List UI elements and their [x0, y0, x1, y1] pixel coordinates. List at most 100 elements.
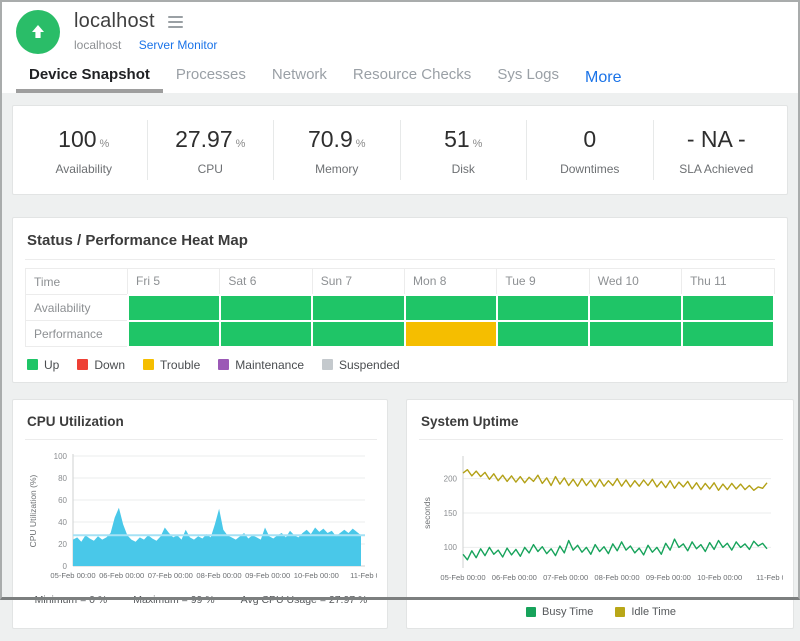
tab-more[interactable]: More: [572, 69, 634, 93]
legend-label: Busy Time: [542, 606, 593, 618]
svg-text:06-Feb 00:00: 06-Feb 00:00: [99, 571, 144, 580]
heatmap-row-label: Availability: [26, 295, 128, 321]
stat-label: Memory: [274, 162, 400, 176]
heatmap-cell-performance-fri-5[interactable]: [128, 321, 220, 347]
stat-unit: %: [236, 138, 246, 150]
heatmap-card: Status / Performance Heat Map TimeFri 5S…: [12, 217, 788, 383]
heatmap-row-label: Performance: [26, 321, 128, 347]
legend-label: Maintenance: [235, 358, 304, 372]
stat-value: 100: [58, 126, 96, 152]
stat-unit: %: [473, 138, 483, 150]
svg-text:08-Feb 00:00: 08-Feb 00:00: [594, 573, 639, 582]
stat-memory: 70.9%Memory: [274, 120, 401, 180]
page-title: localhost: [74, 10, 155, 33]
svg-text:0: 0: [63, 561, 68, 570]
stat-label: Disk: [401, 162, 527, 176]
heatmap-column-wed-10: Wed 10: [589, 269, 681, 295]
heatmap-cell-availability-fri-5[interactable]: [128, 295, 220, 321]
heatmap-cell-performance-sun-7[interactable]: [312, 321, 404, 347]
heatmap-column-sat-6: Sat 6: [220, 269, 312, 295]
legend-item-up: Up: [27, 358, 59, 372]
svg-text:09-Feb 00:00: 09-Feb 00:00: [245, 571, 290, 580]
heatmap-cell-availability-mon-8[interactable]: [405, 295, 497, 321]
svg-text:09-Feb 00:00: 09-Feb 00:00: [646, 573, 691, 582]
heatmap-column-fri-5: Fri 5: [128, 269, 220, 295]
tab-sys-logs[interactable]: Sys Logs: [484, 66, 572, 93]
legend-swatch-suspended: [322, 359, 333, 370]
legend-swatch: [615, 607, 625, 617]
heatmap-cell-performance-tue-9[interactable]: [497, 321, 589, 347]
heatmap-cell-performance-mon-8[interactable]: [405, 321, 497, 347]
svg-text:100: 100: [54, 451, 68, 460]
heatmap-cell-availability-sat-6[interactable]: [220, 295, 312, 321]
hamburger-menu-icon[interactable]: [165, 13, 186, 31]
svg-text:20: 20: [58, 539, 67, 548]
legend-label: Trouble: [160, 358, 200, 372]
heatmap-row-availability: Availability: [26, 295, 775, 321]
stat-value: 27.97: [175, 126, 233, 152]
uptime-chart-title: System Uptime: [419, 412, 783, 440]
stat-value: - NA -: [687, 126, 746, 152]
cpu-utilization-chart: 020406080100CPU Utilization (%)05-Feb 00…: [25, 446, 377, 592]
tab-device-snapshot[interactable]: Device Snapshot: [16, 66, 163, 93]
heatmap-title: Status / Performance Heat Map: [25, 230, 775, 260]
legend-swatch: [526, 607, 536, 617]
heatmap-header-row: TimeFri 5Sat 6Sun 7Mon 8Tue 9Wed 10Thu 1…: [26, 269, 775, 295]
stat-value: 51: [444, 126, 470, 152]
heatmap-cell-performance-thu-11[interactable]: [682, 321, 774, 347]
svg-text:06-Feb 00:00: 06-Feb 00:00: [492, 573, 537, 582]
svg-text:11-Feb 0: 11-Feb 0: [350, 571, 377, 580]
stat-sla-achieved: - NA - SLA Achieved: [654, 120, 780, 180]
stat-label: Downtimes: [527, 162, 653, 176]
tab-processes[interactable]: Processes: [163, 66, 259, 93]
cpu-utilization-card: CPU Utilization 0 20 40 60 80 100 CPU Utilizat…: [12, 399, 388, 629]
tab-bar: Device SnapshotProcessesNetworkResource …: [16, 66, 800, 93]
legend-label: Idle Time: [631, 606, 676, 618]
uptime-legend-idle-time: Idle Time: [615, 606, 676, 618]
stat-unit: %: [100, 138, 110, 150]
legend-label: Down: [94, 358, 125, 372]
device-status-avatar: [16, 10, 60, 54]
legend-swatch-trouble: [143, 359, 154, 370]
heatmap-row-performance: Performance: [26, 321, 775, 347]
cpu-chart-title: CPU Utilization: [25, 412, 377, 440]
heatmap-cell-availability-wed-10[interactable]: [589, 295, 681, 321]
svg-text:CPU Utilization (%): CPU Utilization (%): [28, 474, 38, 547]
system-uptime-card: System Uptime 100150200seconds05-Feb 00:…: [406, 399, 794, 629]
heatmap-cell-performance-wed-10[interactable]: [589, 321, 681, 347]
svg-text:60: 60: [58, 495, 67, 504]
svg-text:07-Feb 00:00: 07-Feb 00:00: [148, 571, 193, 580]
svg-text:10-Feb 00:00: 10-Feb 00:00: [697, 573, 742, 582]
up-arrow-icon: [28, 22, 48, 42]
svg-text:40: 40: [58, 517, 67, 526]
svg-text:seconds: seconds: [422, 497, 432, 529]
heatmap-column-mon-8: Mon 8: [405, 269, 497, 295]
svg-text:07-Feb 00:00: 07-Feb 00:00: [543, 573, 588, 582]
stat-disk: 51% Disk: [401, 120, 528, 180]
legend-label: Up: [44, 358, 59, 372]
page-header: localhost localhost Server Monitor Devic…: [0, 0, 800, 93]
legend-label: Suspended: [339, 358, 400, 372]
legend-swatch-maintenance: [218, 359, 229, 370]
tab-network[interactable]: Network: [259, 66, 340, 93]
heatmap-cell-availability-tue-9[interactable]: [497, 295, 589, 321]
heatmap-cell-availability-thu-11[interactable]: [682, 295, 774, 321]
stat-downtimes: 0 Downtimes: [527, 120, 654, 180]
legend-item-trouble: Trouble: [143, 358, 200, 372]
svg-text:10-Feb 00:00: 10-Feb 00:00: [294, 571, 339, 580]
legend-item-suspended: Suspended: [322, 358, 400, 372]
heatmap-column-time: Time: [26, 269, 128, 295]
heatmap-cell-performance-sat-6[interactable]: [220, 321, 312, 347]
main-content: 100% Availability 27.97%CPU70.9%Memory 51% D…: [0, 93, 800, 641]
heatmap-table: TimeFri 5Sat 6Sun 7Mon 8Tue 9Wed 10Thu 1…: [25, 268, 775, 348]
breadcrumb-host: localhost: [74, 38, 121, 52]
stat-value: 0: [583, 126, 596, 152]
svg-text:200: 200: [444, 474, 458, 483]
breadcrumb-server-monitor-link[interactable]: Server Monitor: [139, 38, 218, 52]
heatmap-cell-availability-sun-7[interactable]: [312, 295, 404, 321]
stat-cpu: 27.97%CPU: [148, 120, 275, 180]
tab-resource-checks[interactable]: Resource Checks: [340, 66, 484, 93]
uptime-legend-busy-time: Busy Time: [526, 606, 593, 618]
stat-label: SLA Achieved: [654, 162, 780, 176]
svg-text:80: 80: [58, 473, 67, 482]
